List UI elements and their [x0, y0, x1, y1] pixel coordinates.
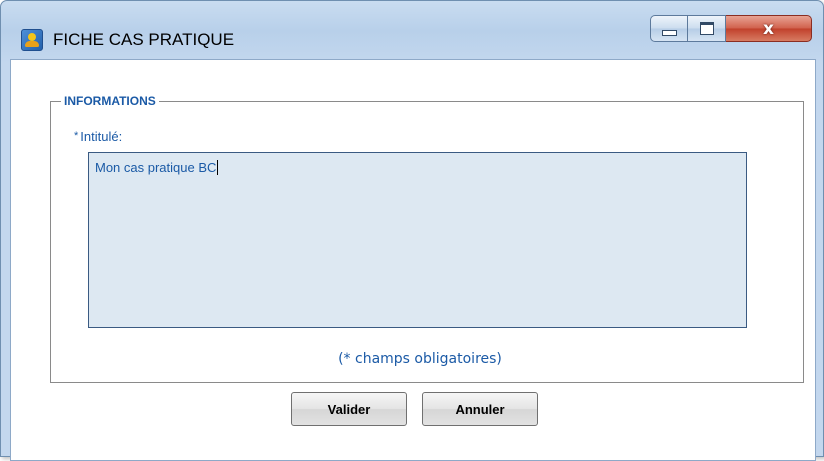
dialog-body: INFORMATIONS * Intitulé: Mon cas pratique…: [10, 59, 816, 461]
button-row: Valider Annuler: [291, 392, 538, 426]
required-fields-note: (* champs obligatoires): [338, 351, 502, 367]
minimize-icon: [661, 29, 677, 36]
informations-groupbox: INFORMATIONS * Intitulé: Mon cas pratique…: [50, 94, 804, 383]
window-controls: x: [650, 15, 812, 42]
app-user-icon: [21, 29, 43, 51]
window-title: FICHE CAS PRATIQUE: [53, 30, 235, 49]
required-star: *: [74, 130, 79, 142]
intitule-value: Mon cas pratique BC: [95, 160, 217, 175]
maximize-button[interactable]: [688, 15, 726, 42]
cancel-button[interactable]: Annuler: [422, 392, 538, 426]
maximize-icon: [699, 22, 714, 35]
field-label: * Intitulé:: [74, 129, 122, 144]
section-title: INFORMATIONS: [61, 94, 159, 108]
intitule-textarea[interactable]: Mon cas pratique BC: [88, 152, 747, 328]
field-label-text: Intitulé:: [80, 129, 123, 144]
minimize-button[interactable]: [650, 15, 688, 42]
dialog-window: FICHE CAS PRATIQUE x INFORMATIONS * Intit…: [0, 0, 824, 461]
close-button[interactable]: x: [726, 15, 812, 42]
title-bar[interactable]: FICHE CAS PRATIQUE x: [1, 1, 823, 59]
close-icon: x: [763, 18, 774, 39]
text-caret: [217, 160, 219, 175]
validate-button[interactable]: Valider: [291, 392, 407, 426]
